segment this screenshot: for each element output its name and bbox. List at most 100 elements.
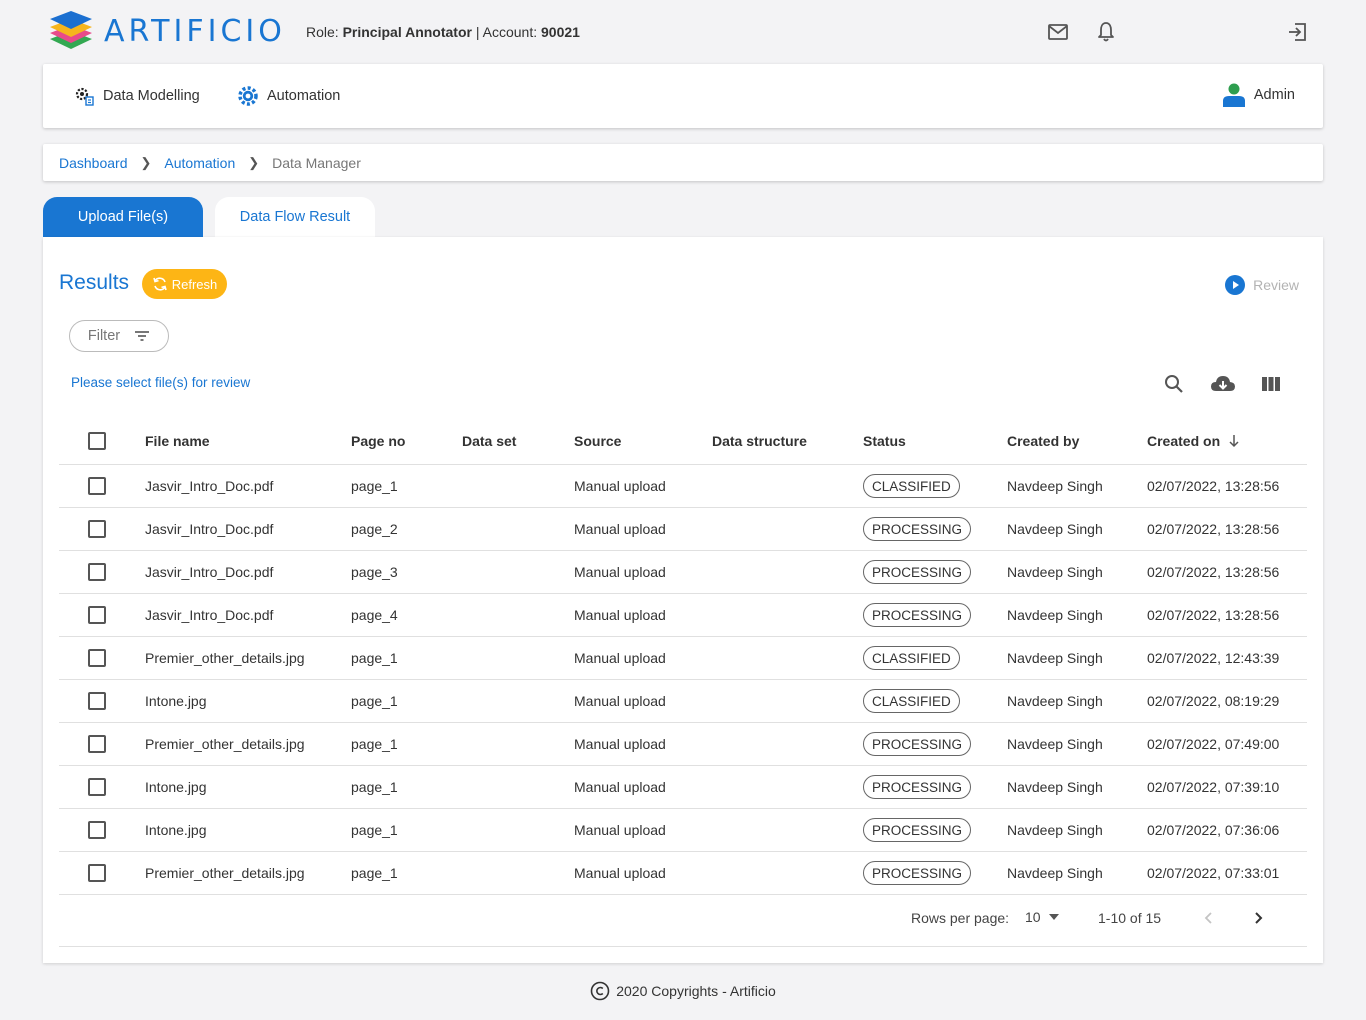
- row-select-cell: [88, 594, 106, 636]
- cell-page-no: page_1: [351, 865, 398, 881]
- cell-source: Manual upload: [574, 779, 666, 795]
- cell-status: PROCESSING: [863, 852, 972, 894]
- cell-created-on: 02/07/2022, 13:28:56: [1147, 478, 1280, 494]
- row-select-cell: [88, 508, 106, 550]
- view-columns-icon[interactable]: [1260, 373, 1282, 395]
- table-row[interactable]: Jasvir_Intro_Doc.pdf page_1 Manual upload C…: [59, 465, 1307, 508]
- breadcrumb-dashboard[interactable]: Dashboard: [59, 155, 128, 171]
- row-checkbox[interactable]: [88, 864, 106, 882]
- column-header-data-structure[interactable]: Data structure: [712, 417, 807, 464]
- tab-data-flow-result[interactable]: Data Flow Result: [215, 197, 375, 237]
- cell-status: PROCESSING: [863, 766, 972, 808]
- logout-icon[interactable]: [1286, 20, 1310, 44]
- table-row[interactable]: Jasvir_Intro_Doc.pdf page_3 Manual upload P…: [59, 551, 1307, 594]
- cell-created-on: 02/07/2022, 08:19:29: [1147, 693, 1280, 709]
- cell-created-on: 02/07/2022, 07:33:01: [1147, 865, 1280, 881]
- artificio-logo[interactable]: [48, 9, 94, 55]
- table-row[interactable]: Premier_other_details.jpg page_1 Manual up…: [59, 852, 1307, 895]
- status-badge: PROCESSING: [863, 560, 972, 584]
- column-header-data-set[interactable]: Data set: [462, 417, 516, 464]
- table-row[interactable]: Jasvir_Intro_Doc.pdf page_4 Manual upload P…: [59, 594, 1307, 637]
- user-menu[interactable]: Admin: [1222, 82, 1295, 108]
- role-label: Role:: [306, 24, 339, 40]
- row-checkbox[interactable]: [88, 735, 106, 753]
- cell-file-name: Premier_other_details.jpg: [145, 650, 305, 666]
- cell-source: Manual upload: [574, 564, 666, 580]
- rows-per-page-label: Rows per page:: [911, 910, 1010, 926]
- breadcrumb-automation[interactable]: Automation: [164, 155, 235, 171]
- refresh-icon: [152, 277, 167, 291]
- nav-label: Data Modelling: [103, 88, 200, 104]
- nav-item-automation[interactable]: Automation: [235, 82, 340, 110]
- copyright: 2020 Copyrights - Artificio: [0, 981, 1366, 1001]
- column-header-file-name[interactable]: File name: [145, 417, 210, 464]
- row-checkbox[interactable]: [88, 563, 106, 581]
- cell-file-name: Intone.jpg: [145, 693, 207, 709]
- status-badge: PROCESSING: [863, 775, 972, 799]
- column-header-page-no[interactable]: Page no: [351, 417, 405, 464]
- cell-created-by: Navdeep Singh: [1007, 779, 1103, 795]
- role-account-info: Role: Principal Annotator | Account: 900…: [306, 24, 580, 40]
- filter-label: Filter: [87, 328, 121, 344]
- column-header-status[interactable]: Status: [863, 417, 906, 464]
- refresh-label: Refresh: [171, 276, 218, 292]
- cell-created-by: Navdeep Singh: [1007, 521, 1103, 537]
- cell-created-by: Navdeep Singh: [1007, 564, 1103, 580]
- gear-icon: [238, 86, 258, 106]
- cell-created-by: Navdeep Singh: [1007, 607, 1103, 623]
- row-checkbox[interactable]: [88, 778, 106, 796]
- review-button[interactable]: Review: [1225, 275, 1299, 295]
- cell-page-no: page_1: [351, 478, 398, 494]
- cell-created-on: 02/07/2022, 13:28:56: [1147, 564, 1280, 580]
- status-badge: PROCESSING: [863, 732, 972, 756]
- row-checkbox[interactable]: [88, 520, 106, 538]
- table-row[interactable]: Intone.jpg page_1 Manual upload CLASSIFIED N…: [59, 680, 1307, 723]
- table-row[interactable]: Intone.jpg page_1 Manual upload PROCESSING N…: [59, 766, 1307, 809]
- row-checkbox[interactable]: [88, 692, 106, 710]
- column-header-created-on[interactable]: Created on: [1147, 417, 1242, 464]
- cell-source: Manual upload: [574, 607, 666, 623]
- review-label: Review: [1253, 277, 1299, 293]
- row-checkbox[interactable]: [88, 477, 106, 495]
- role-value: Principal Annotator: [342, 24, 472, 40]
- column-header-source[interactable]: Source: [574, 417, 621, 464]
- cell-status: CLASSIFIED: [863, 680, 960, 722]
- table-row[interactable]: Jasvir_Intro_Doc.pdf page_2 Manual upload P…: [59, 508, 1307, 551]
- status-badge: PROCESSING: [863, 861, 972, 885]
- cell-source: Manual upload: [574, 521, 666, 537]
- cell-created-by: Navdeep Singh: [1007, 736, 1103, 752]
- row-select-cell: [88, 809, 106, 851]
- chevron-right-icon: ❯: [140, 154, 152, 170]
- previous-page-icon[interactable]: [1202, 911, 1216, 925]
- next-page-icon[interactable]: [1251, 911, 1265, 925]
- cell-page-no: page_1: [351, 779, 398, 795]
- table-row[interactable]: Premier_other_details.jpg page_1 Manual up…: [59, 723, 1307, 766]
- play-circle-icon: [1225, 275, 1246, 295]
- search-icon[interactable]: [1163, 373, 1185, 395]
- notification-bell-icon[interactable]: [1094, 20, 1118, 44]
- filter-button[interactable]: Filter: [69, 320, 169, 352]
- cell-source: Manual upload: [574, 478, 666, 494]
- account-label: Account:: [482, 24, 538, 40]
- cloud-download-icon[interactable]: [1210, 373, 1236, 395]
- table-header-row: File name Page no Data set Source Data s…: [59, 417, 1307, 465]
- breadcrumb-data-manager: Data Manager: [272, 154, 361, 171]
- results-table: File name Page no Data set Source Data s…: [59, 417, 1307, 895]
- row-checkbox[interactable]: [88, 649, 106, 667]
- table-row[interactable]: Premier_other_details.jpg page_1 Manual up…: [59, 637, 1307, 680]
- row-checkbox[interactable]: [88, 606, 106, 624]
- copyright-icon: [590, 981, 610, 1001]
- select-all-checkbox[interactable]: [88, 431, 106, 450]
- column-header-created-by[interactable]: Created by: [1007, 417, 1079, 464]
- cell-page-no: page_1: [351, 822, 398, 838]
- mail-icon[interactable]: [1046, 20, 1070, 44]
- nav-item-data-modelling[interactable]: Data Modelling: [73, 82, 200, 110]
- breadcrumb: Dashboard ❯ Automation ❯ Data Manager: [43, 144, 1323, 181]
- results-panel: Results Refresh Review Filter Please sel…: [43, 237, 1323, 963]
- tab-upload-files[interactable]: Upload File(s): [43, 197, 203, 237]
- account-value: 90021: [541, 24, 580, 40]
- refresh-button[interactable]: Refresh: [142, 269, 227, 299]
- table-row[interactable]: Intone.jpg page_1 Manual upload PROCESSING N…: [59, 809, 1307, 852]
- rows-per-page-select[interactable]: 10: [1025, 909, 1059, 925]
- row-checkbox[interactable]: [88, 821, 106, 839]
